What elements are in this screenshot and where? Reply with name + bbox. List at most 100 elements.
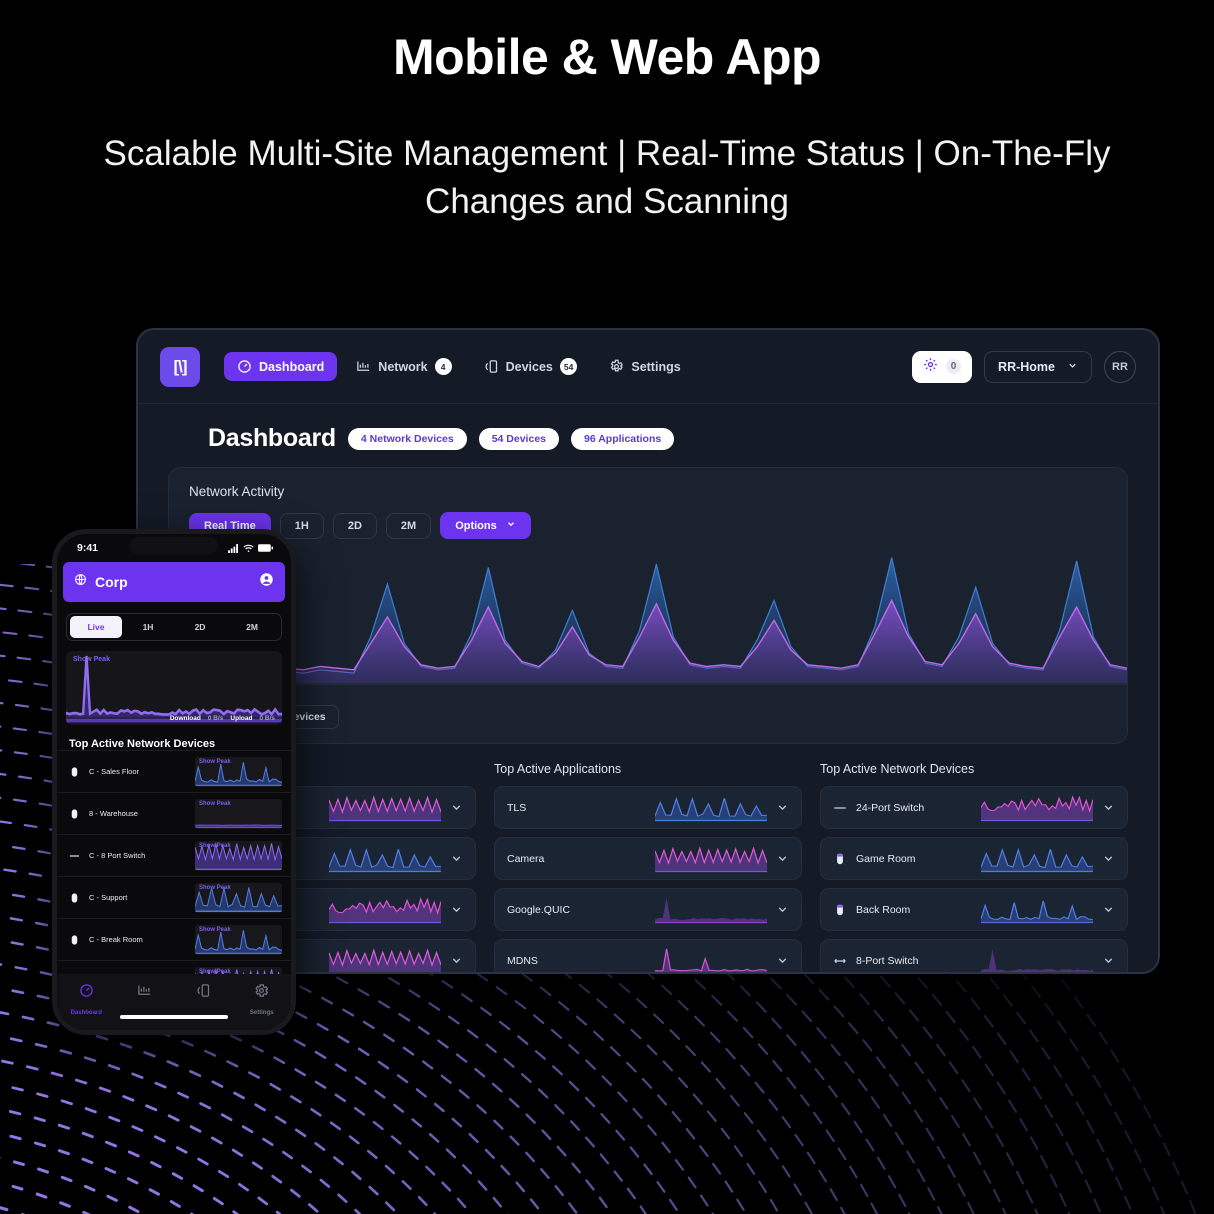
- options-button[interactable]: Options: [440, 512, 531, 539]
- phone-range-2d[interactable]: 2D: [174, 616, 226, 638]
- nav-item-devices[interactable]: Devices 54: [471, 351, 591, 382]
- row-label: Back Room: [856, 903, 911, 916]
- row-label: Game Room: [856, 852, 916, 865]
- phone-list-title: Top Active Network Devices: [69, 738, 216, 750]
- devices-icon: [484, 359, 499, 374]
- row-label: 24-Port Switch: [856, 801, 925, 814]
- range-2d[interactable]: 2D: [332, 512, 377, 539]
- sparkline: [655, 794, 767, 822]
- chip-network-devices[interactable]: 4 Network Devices: [347, 427, 467, 450]
- switch-icon: [833, 954, 847, 968]
- upload-label: Upload: [230, 715, 253, 722]
- table-row[interactable]: TLS: [494, 786, 802, 829]
- chevron-down-icon: [1067, 360, 1078, 374]
- table-row[interactable]: 8-Port Switch: [820, 939, 1128, 973]
- page-heading-row: Dashboard 4 Network Devices 54 Devices 9…: [138, 404, 1158, 467]
- list-item-label: C - Support: [89, 893, 128, 902]
- globe-icon: [74, 573, 87, 591]
- table-row[interactable]: Back Room: [820, 888, 1128, 931]
- gauge-icon: [237, 359, 252, 374]
- download-label: Download: [169, 715, 201, 722]
- row-label: Camera: [507, 852, 545, 865]
- chevron-down-icon[interactable]: [776, 903, 789, 916]
- page-subtitle: Scalable Multi-Site Management | Real-Ti…: [103, 134, 1111, 222]
- chevron-down-icon[interactable]: [776, 852, 789, 865]
- range-2m[interactable]: 2M: [385, 512, 432, 539]
- phone-app-header: Corp: [63, 562, 285, 602]
- row-label: Google.QUIC: [507, 903, 571, 916]
- app-logo[interactable]: [\]: [160, 346, 200, 387]
- sparkline: Show Peak: [195, 798, 282, 829]
- tab-settings[interactable]: Settings: [238, 983, 286, 1019]
- phone-graph-metrics: Download 0 B/s Upload 0 B/s: [170, 715, 275, 722]
- chip-devices[interactable]: 54 Devices: [478, 427, 559, 450]
- chevron-down-icon[interactable]: [1102, 954, 1115, 967]
- sparkline: [981, 845, 1093, 873]
- gauge-icon: [80, 984, 93, 997]
- column-title: Top Active Network Devices: [820, 762, 975, 776]
- list-item[interactable]: C - Sales Floor Show Peak: [57, 750, 291, 792]
- status-time: 9:41: [77, 542, 99, 554]
- phone-notch: [130, 537, 218, 554]
- time-range-selector: Real Time 1H 2D 2M Options: [189, 512, 1107, 539]
- ap-icon: [69, 890, 80, 906]
- list-item[interactable]: C - Break Room Show Peak: [57, 918, 291, 960]
- nav-right-cluster: 0 RR-Home RR: [912, 350, 1136, 383]
- column-title: Top Active Applications: [494, 762, 622, 776]
- list-item[interactable]: 8 - Warehouse Show Peak: [57, 792, 291, 834]
- notifications-button[interactable]: 0: [912, 350, 973, 383]
- app-top-navigation: [\] Dashboard Network 4 Devices 54 Setti…: [138, 330, 1158, 404]
- sparkline: [981, 947, 1093, 973]
- phone-range-live[interactable]: Live: [70, 616, 122, 638]
- phone-activity-graph: Show Peak Download 0 B/s Upload 0 B/s: [66, 651, 282, 725]
- switch-icon: [833, 801, 847, 815]
- phone-graph-sparkline: [66, 651, 282, 725]
- table-row[interactable]: Camera: [494, 837, 802, 880]
- list-item[interactable]: C - 8 Port Switch Show Peak: [57, 834, 291, 876]
- network-chart-icon: [356, 359, 371, 374]
- sparkline: [981, 794, 1093, 822]
- tab-dashboard[interactable]: Dashboard: [62, 983, 110, 1019]
- avatar[interactable]: RR: [1104, 350, 1136, 383]
- phone-range-2m[interactable]: 2M: [226, 616, 278, 638]
- site-selector[interactable]: RR-Home: [984, 350, 1092, 383]
- site-selector-label: RR-Home: [998, 359, 1055, 374]
- chevron-down-icon[interactable]: [1102, 801, 1115, 814]
- table-row[interactable]: MDNS: [494, 939, 802, 972]
- chart-legend: Activity Devices: [169, 695, 1127, 743]
- phone-mockup: 9:41 Corp Live 1H 2D 2M Show Peak Downlo…: [52, 529, 296, 1035]
- nav-item-dashboard[interactable]: Dashboard: [224, 352, 338, 381]
- account-icon[interactable]: [259, 572, 274, 592]
- nav-item-settings[interactable]: Settings: [596, 352, 693, 381]
- chevron-down-icon[interactable]: [1102, 852, 1115, 865]
- phone-range-1h[interactable]: 1H: [122, 616, 174, 638]
- nav-item-network[interactable]: Network 4: [343, 351, 464, 382]
- chevron-down-icon[interactable]: [776, 954, 789, 967]
- gear-icon: [609, 359, 624, 374]
- chevron-down-icon[interactable]: [1102, 903, 1115, 916]
- page-title: Mobile & Web App: [392, 29, 822, 85]
- upload-value: 0 B/s: [259, 715, 275, 722]
- battery-icon: [258, 544, 273, 552]
- chevron-down-icon[interactable]: [450, 903, 463, 916]
- table-row[interactable]: Game Room: [820, 837, 1128, 880]
- chevron-down-icon[interactable]: [776, 801, 789, 814]
- chevron-down-icon[interactable]: [450, 954, 463, 967]
- chevron-down-icon[interactable]: [450, 801, 463, 814]
- nav-items: Dashboard Network 4 Devices 54 Settings: [224, 351, 694, 382]
- sparkline: [655, 896, 767, 924]
- ap-icon: [69, 932, 80, 948]
- ap-icon: [69, 764, 80, 780]
- table-row[interactable]: Google.QUIC: [494, 888, 802, 931]
- table-row[interactable]: 24-Port Switch: [820, 786, 1128, 829]
- tab-devices[interactable]: [179, 983, 227, 1001]
- nav-label: Settings: [631, 359, 681, 374]
- row-label: 8-Port Switch: [856, 954, 919, 967]
- chip-applications[interactable]: 96 Applications: [571, 427, 675, 450]
- options-label: Options: [455, 519, 497, 532]
- list-item[interactable]: C - Support Show Peak: [57, 876, 291, 918]
- tab-network[interactable]: [121, 983, 169, 1001]
- ap-icon: [69, 806, 80, 822]
- phone-time-range-selector: Live 1H 2D 2M: [66, 613, 282, 641]
- chevron-down-icon[interactable]: [450, 852, 463, 865]
